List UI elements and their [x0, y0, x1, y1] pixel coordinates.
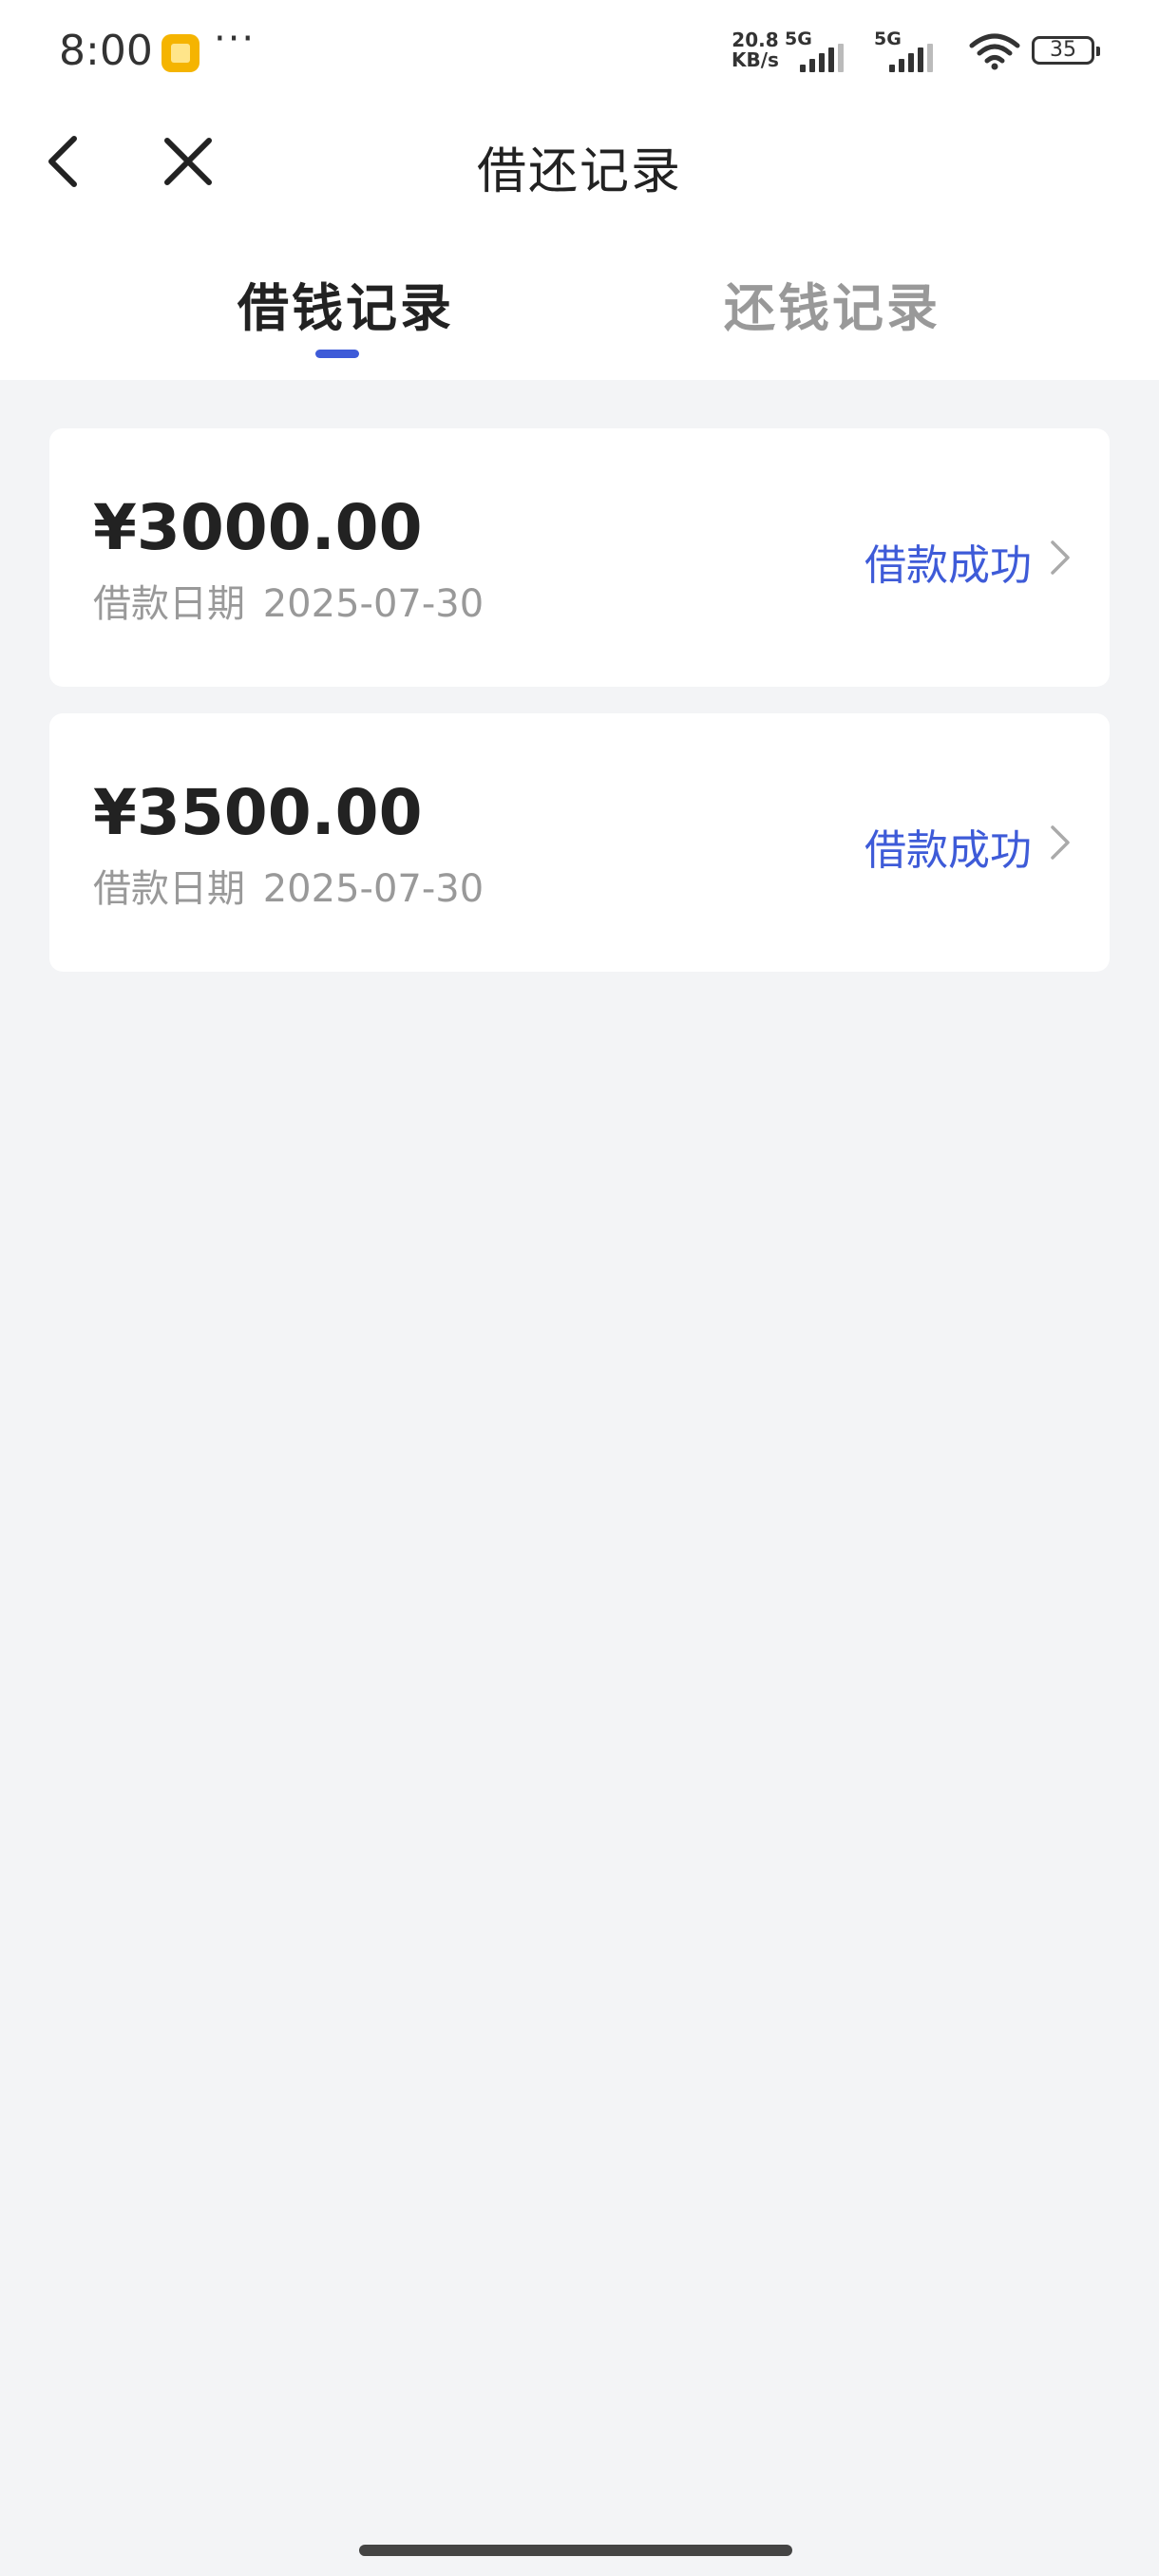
- status-more-indicator: ···: [214, 17, 256, 61]
- home-indicator[interactable]: [359, 2545, 792, 2556]
- battery-level: 35: [1050, 38, 1076, 62]
- loan-amount: ¥3000.00: [93, 491, 423, 564]
- nav-bar: 借还记录: [0, 104, 1159, 218]
- tab-borrow-records[interactable]: 借钱记录: [238, 266, 454, 341]
- network-speed-value: 20.8: [732, 28, 779, 51]
- loan-status: 借款成功: [864, 541, 1032, 590]
- chevron-right-icon: [1051, 540, 1070, 575]
- status-indicators: 20.8 KB/s 5G 5G 35: [732, 28, 1100, 76]
- app-notification-icon: [162, 34, 200, 72]
- tab-repay-records[interactable]: 还钱记录: [724, 266, 940, 341]
- wifi-icon: [969, 33, 1020, 70]
- network-speed: 20.8 KB/s: [732, 30, 779, 70]
- battery-icon: 35: [1032, 36, 1100, 65]
- loan-date-label: 借款日期: [93, 582, 245, 626]
- status-bar: 8:00 ··· 20.8 KB/s 5G 5G 35: [0, 0, 1159, 104]
- status-time: 8:00: [59, 27, 153, 75]
- page-title: 借还记录: [476, 143, 682, 200]
- loan-record-card[interactable]: ¥3500.00 借款日期 2025-07-30 借款成功: [49, 713, 1110, 972]
- loan-status: 借款成功: [864, 826, 1032, 875]
- record-tabs: 借钱记录 还钱记录: [0, 218, 1159, 380]
- loan-date-value: 2025-07-30: [262, 582, 484, 626]
- network-speed-unit: KB/s: [732, 48, 779, 71]
- loan-date-line: 借款日期 2025-07-30: [93, 858, 489, 913]
- loan-date-label: 借款日期: [93, 867, 245, 911]
- loan-amount: ¥3500.00: [93, 776, 423, 849]
- loan-date-line: 借款日期 2025-07-30: [93, 573, 489, 628]
- loan-record-card[interactable]: ¥3000.00 借款日期 2025-07-30 借款成功: [49, 428, 1110, 687]
- active-tab-indicator: [315, 350, 359, 358]
- chevron-right-icon: [1051, 825, 1070, 860]
- loan-date-value: 2025-07-30: [262, 867, 484, 911]
